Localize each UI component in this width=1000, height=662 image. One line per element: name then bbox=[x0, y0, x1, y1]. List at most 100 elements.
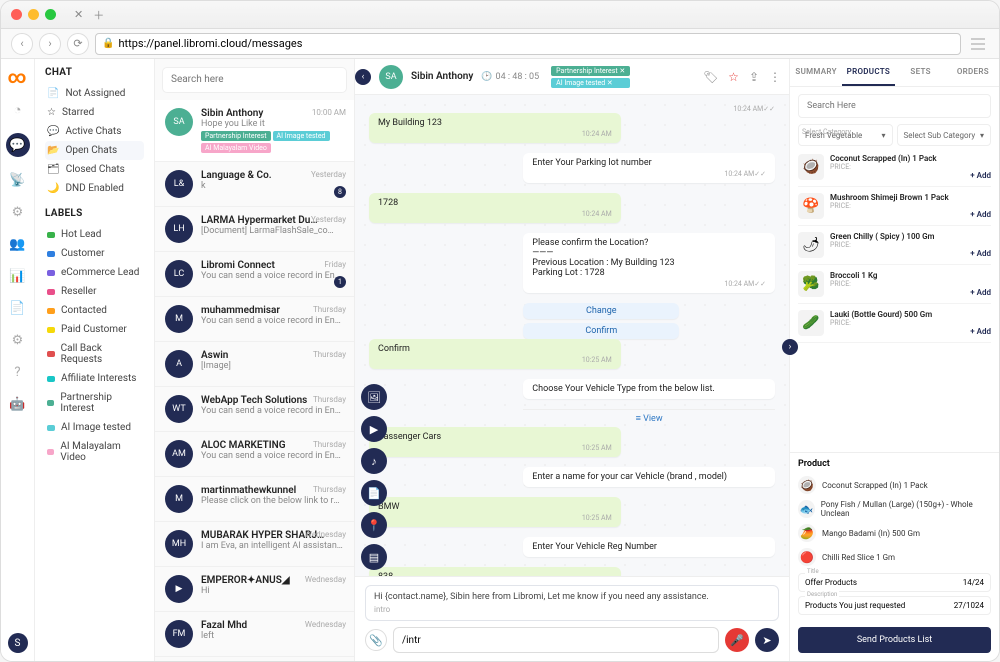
chat-list-row[interactable]: LC Libromi Connect You can send a voice … bbox=[155, 252, 354, 297]
collapse-list-icon[interactable]: ‹ bbox=[355, 69, 371, 85]
chat-list-row[interactable]: SA Sibin Anthony Hope you Like itPartner… bbox=[155, 100, 354, 162]
attach-file-icon[interactable]: 📄 bbox=[361, 480, 387, 506]
label-item[interactable]: Affiliate Interests bbox=[45, 369, 144, 388]
sidebar-item[interactable]: 🗂Closed Chats bbox=[45, 160, 144, 179]
chat-list-row[interactable]: LH LARMA Hypermarket Du… [Document] Larm… bbox=[155, 207, 354, 252]
timer: 🕑 04 : 48 : 05 bbox=[481, 72, 539, 82]
messages-icon[interactable]: 💬 bbox=[6, 133, 30, 157]
forward-button[interactable]: › bbox=[39, 33, 61, 55]
url-bar[interactable]: 🔒 https://panel.libromi.cloud/messages bbox=[95, 33, 961, 55]
label-item[interactable]: AI Image tested bbox=[45, 418, 144, 437]
cart-item[interactable]: 🔴Chilli Red Slice 1 Gm bbox=[798, 545, 991, 569]
chat-search-input[interactable] bbox=[163, 68, 346, 92]
window-maximize[interactable] bbox=[45, 9, 56, 20]
bot-icon[interactable]: 🤖 bbox=[9, 395, 27, 413]
star-icon[interactable]: ☆ bbox=[728, 70, 739, 84]
window-minimize[interactable] bbox=[28, 9, 39, 20]
message-input[interactable] bbox=[393, 627, 719, 653]
mic-button[interactable]: 🎤 bbox=[725, 628, 749, 652]
contact-tag[interactable]: Partnership Interest ✕ bbox=[551, 66, 630, 76]
chat-list-row[interactable]: M martinmathewkunnel Please click on the… bbox=[155, 477, 354, 522]
notes-icon[interactable]: 📄 bbox=[9, 299, 27, 317]
sidebar-item[interactable]: ☆Starred bbox=[45, 103, 144, 122]
share-icon[interactable]: ⇪ bbox=[749, 70, 759, 84]
attach-video-icon[interactable]: ▶ bbox=[361, 416, 387, 442]
more-icon[interactable]: ⋮ bbox=[769, 70, 781, 84]
add-product-button[interactable]: + Add bbox=[970, 327, 991, 336]
contacts-icon[interactable]: 👥 bbox=[9, 235, 27, 253]
user-avatar[interactable]: S bbox=[8, 633, 28, 653]
chat-list-row[interactable]: WT WebApp Tech Solutions You can send a … bbox=[155, 387, 354, 432]
reports-icon[interactable]: 📊 bbox=[9, 267, 27, 285]
send-products-button[interactable]: Send Products List bbox=[798, 627, 991, 653]
template-preview[interactable]: Hi {contact.name}, Sibin here from Libro… bbox=[365, 585, 779, 621]
cart-item[interactable]: 🥭Mango Badami (In) 500 Gm bbox=[798, 521, 991, 545]
chat-list-row[interactable]: MH MUBARAK HYPER SHARJ… I am Eva, an int… bbox=[155, 522, 354, 567]
new-tab-icon[interactable]: ＋ bbox=[93, 7, 104, 23]
label-icon[interactable]: 🏷 bbox=[703, 70, 718, 84]
label-item[interactable]: Paid Customer bbox=[45, 320, 144, 339]
back-button[interactable]: ‹ bbox=[11, 33, 33, 55]
logo[interactable]: ∞ bbox=[8, 67, 28, 87]
add-product-button[interactable]: + Add bbox=[970, 288, 991, 297]
send-button[interactable]: ➤ bbox=[755, 628, 779, 652]
reload-button[interactable]: ⟳ bbox=[67, 33, 89, 55]
chat-list-row[interactable]: A Aswin [Image] Thursday bbox=[155, 342, 354, 387]
cart-item[interactable]: 🥥Coconut Scrapped (In) 1 Pack bbox=[798, 473, 991, 497]
sidebar-item[interactable]: 📂Open Chats bbox=[45, 141, 144, 160]
product-list[interactable]: 🥥 Coconut Scrapped (In) 1 Pack PRICE: + … bbox=[790, 148, 999, 452]
label-item[interactable]: Customer bbox=[45, 244, 144, 263]
chat-list-row[interactable]: M muhammedmisar You can send a voice rec… bbox=[155, 297, 354, 342]
broadcast-icon[interactable]: 📡 bbox=[9, 171, 27, 189]
chat-list-row[interactable]: FM Fazal Mhd left Wednesday bbox=[155, 612, 354, 657]
title-field[interactable]: Title Offer Products 14/24 bbox=[798, 573, 991, 592]
sidebar-item[interactable]: 📄Not Assigned bbox=[45, 84, 144, 103]
message-list[interactable]: 10:24 AM✓✓ My Building 12310:24 AMEnter … bbox=[355, 95, 789, 576]
label-item[interactable]: Hot Lead bbox=[45, 225, 144, 244]
attach-location-icon[interactable]: 📍 bbox=[361, 512, 387, 538]
contact-tag[interactable]: AI Image tested ✕ bbox=[551, 78, 630, 88]
label-item[interactable]: Call Back Requests bbox=[45, 339, 144, 369]
dashboard-icon[interactable]: ◔ bbox=[9, 101, 27, 119]
help-icon[interactable]: ? bbox=[9, 363, 27, 381]
add-product-button[interactable]: + Add bbox=[970, 171, 991, 180]
product-image: 🍄 bbox=[798, 193, 824, 219]
sidebar-item[interactable]: 🌙DND Enabled bbox=[45, 179, 144, 198]
message-text: Please confirm the Location?———Previous … bbox=[532, 238, 766, 278]
window-close[interactable] bbox=[11, 9, 22, 20]
message-button[interactable]: Change bbox=[523, 303, 679, 319]
label-item[interactable]: Contacted bbox=[45, 301, 144, 320]
message-incoming: BMW10:25 AM bbox=[369, 497, 621, 527]
chat-list-row[interactable]: AM ALOC MARKETING You can send a voice r… bbox=[155, 432, 354, 477]
label-item[interactable]: AI Malayalam Video bbox=[45, 437, 144, 467]
message-link[interactable]: ≡ View bbox=[523, 409, 775, 427]
flows-icon[interactable]: ⚙ bbox=[9, 203, 27, 221]
attach-audio-icon[interactable]: ♪ bbox=[361, 448, 387, 474]
attach-icon[interactable]: 📎 bbox=[365, 629, 387, 651]
sidebar-item[interactable]: 💬Active Chats bbox=[45, 122, 144, 141]
chat-list-row[interactable]: ▶ EMPEROR✦ANUS◢ Hi Wednesday bbox=[155, 567, 354, 612]
label-item[interactable]: Partnership Interest bbox=[45, 388, 144, 418]
message-button[interactable]: Confirm bbox=[523, 323, 679, 339]
add-product-button[interactable]: + Add bbox=[970, 249, 991, 258]
description-field[interactable]: Description Products You just requested … bbox=[798, 596, 991, 615]
label-item[interactable]: Reseller bbox=[45, 282, 144, 301]
panel-tab[interactable]: PRODUCTS bbox=[842, 59, 894, 86]
panel-tab[interactable]: SUMMARY bbox=[790, 59, 842, 86]
product-search-input[interactable] bbox=[798, 94, 991, 118]
menu-icon[interactable] bbox=[967, 38, 989, 50]
close-panel-icon[interactable]: › bbox=[782, 339, 798, 355]
attach-image-icon[interactable]: 🖼 bbox=[361, 384, 387, 410]
panel-tab[interactable]: SETS bbox=[895, 59, 947, 86]
chat-list-row[interactable]: L& Language & Co. k Yesterday8 bbox=[155, 162, 354, 207]
labels-heading: LABELS bbox=[45, 208, 144, 219]
label-item[interactable]: eCommerce Lead bbox=[45, 263, 144, 282]
contact-avatar[interactable]: SA bbox=[379, 65, 403, 89]
chat-list-row[interactable]: FF FAAS FarmFresh Bahrain You can send a… bbox=[155, 657, 354, 662]
settings-icon[interactable]: ⚙ bbox=[9, 331, 27, 349]
tab-close-icon[interactable]: ✕ bbox=[74, 8, 83, 21]
add-product-button[interactable]: + Add bbox=[970, 210, 991, 219]
panel-tab[interactable]: ORDERS bbox=[947, 59, 999, 86]
attach-template-icon[interactable]: ▤ bbox=[361, 544, 387, 570]
cart-item[interactable]: 🐟Pony Fish / Mullan (Large) (150g+) - Wh… bbox=[798, 497, 991, 521]
